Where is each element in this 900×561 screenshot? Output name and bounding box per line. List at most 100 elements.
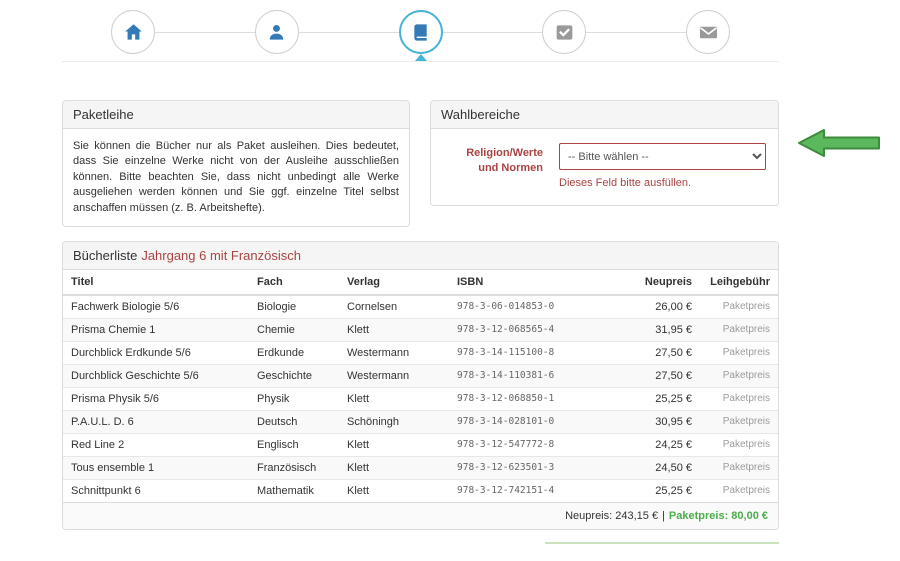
cell-neupreis: 26,00 €	[607, 295, 700, 319]
cell-fach: Geschichte	[249, 364, 339, 387]
validation-message: Dieses Feld bitte ausfüllen.	[559, 177, 766, 189]
cell-leihgebuehr: Paketpreis	[700, 318, 778, 341]
home-icon	[124, 23, 143, 42]
step-mail[interactable]	[686, 10, 730, 54]
neupreis-total: Neupreis: 243,15 €	[565, 510, 658, 522]
cell-leihgebuehr: Paketpreis	[700, 387, 778, 410]
cell-leihgebuehr: Paketpreis	[700, 295, 778, 319]
cell-fach: Physik	[249, 387, 339, 410]
buecherliste-subtitle: Jahrgang 6 mit Französisch	[141, 248, 301, 263]
paketleihe-panel-title: Paketleihe	[63, 101, 409, 129]
cell-neupreis: 24,50 €	[607, 456, 700, 479]
table-body: Fachwerk Biologie 5/6BiologieCornelsen97…	[63, 295, 778, 502]
cell-leihgebuehr: Paketpreis	[700, 479, 778, 502]
cell-leihgebuehr: Paketpreis	[700, 364, 778, 387]
cell-leihgebuehr: Paketpreis	[700, 410, 778, 433]
cell-isbn: 978-3-14-115100-8	[449, 341, 607, 364]
green-arrow-icon	[797, 128, 881, 158]
cell-fach: Chemie	[249, 318, 339, 341]
cell-titel: Red Line 2	[63, 433, 249, 456]
column-header-isbn: ISBN	[449, 270, 607, 295]
column-header-neupreis: Neupreis	[607, 270, 700, 295]
buecherliste-title: Bücherliste	[73, 248, 137, 263]
mail-icon	[699, 23, 718, 42]
cell-verlag: Westermann	[339, 364, 449, 387]
cell-fach: Französisch	[249, 456, 339, 479]
cell-isbn: 978-3-12-547772-8	[449, 433, 607, 456]
cell-titel: P.A.U.L. D. 6	[63, 410, 249, 433]
footer-separator: |	[662, 510, 665, 522]
column-header-leihgebuehr: Leihgebühr	[700, 270, 778, 295]
cell-verlag: Cornelsen	[339, 295, 449, 319]
cell-verlag: Klett	[339, 479, 449, 502]
religion-select[interactable]: -- Bitte wählen --	[559, 143, 766, 170]
wizard-stepper	[62, 0, 779, 62]
cell-titel: Prisma Physik 5/6	[63, 387, 249, 410]
check-icon	[555, 23, 574, 42]
cell-neupreis: 25,25 €	[607, 387, 700, 410]
cell-titel: Durchblick Geschichte 5/6	[63, 364, 249, 387]
column-header-verlag: Verlag	[339, 270, 449, 295]
cell-fach: Englisch	[249, 433, 339, 456]
cell-titel: Durchblick Erdkunde 5/6	[63, 341, 249, 364]
table-row: Schnittpunkt 6MathematikKlett978-3-12-74…	[63, 479, 778, 502]
table-header-row: Titel Fach Verlag ISBN Neupreis Leihgebü…	[63, 270, 778, 295]
religion-field-label: Religion/Werte und Normen	[443, 143, 543, 189]
table-row: Durchblick Geschichte 5/6GeschichteWeste…	[63, 364, 778, 387]
page: Paketleihe Sie können die Bücher nur als…	[62, 0, 779, 544]
cell-titel: Schnittpunkt 6	[63, 479, 249, 502]
step-user[interactable]	[255, 10, 299, 54]
buecherliste-panel: Bücherliste Jahrgang 6 mit Französisch Ti…	[62, 241, 779, 530]
table-row: Durchblick Erdkunde 5/6ErdkundeWesterman…	[63, 341, 778, 364]
cell-verlag: Schöningh	[339, 410, 449, 433]
wahlbereiche-panel: Wahlbereiche Religion/Werte und Normen -…	[430, 100, 779, 206]
cell-isbn: 978-3-12-623501-3	[449, 456, 607, 479]
cell-verlag: Klett	[339, 318, 449, 341]
buecherliste-panel-title: Bücherliste Jahrgang 6 mit Französisch	[63, 242, 778, 270]
cell-verlag: Klett	[339, 433, 449, 456]
cell-neupreis: 25,25 €	[607, 479, 700, 502]
cell-fach: Erdkunde	[249, 341, 339, 364]
cell-isbn: 978-3-12-742151-4	[449, 479, 607, 502]
table-row: Fachwerk Biologie 5/6BiologieCornelsen97…	[63, 295, 778, 319]
cell-fach: Deutsch	[249, 410, 339, 433]
wahlbereiche-panel-title: Wahlbereiche	[431, 101, 778, 129]
cell-fach: Mathematik	[249, 479, 339, 502]
cell-leihgebuehr: Paketpreis	[700, 341, 778, 364]
section-divider	[545, 542, 779, 544]
cell-isbn: 978-3-12-068565-4	[449, 318, 607, 341]
cell-verlag: Klett	[339, 456, 449, 479]
column-header-titel: Titel	[63, 270, 249, 295]
table-footer: Neupreis: 243,15 € | Paketpreis: 80,00 €	[63, 502, 778, 529]
paketleihe-panel: Paketleihe Sie können die Bücher nur als…	[62, 100, 410, 227]
step-confirm[interactable]	[542, 10, 586, 54]
book-icon	[411, 23, 430, 42]
paketleihe-text: Sie können die Bücher nur als Paket ausl…	[73, 139, 399, 216]
cell-neupreis: 24,25 €	[607, 433, 700, 456]
cell-neupreis: 27,50 €	[607, 341, 700, 364]
cell-isbn: 978-3-14-028101-0	[449, 410, 607, 433]
step-home[interactable]	[111, 10, 155, 54]
cell-titel: Tous ensemble 1	[63, 456, 249, 479]
cell-isbn: 978-3-06-014853-0	[449, 295, 607, 319]
cell-isbn: 978-3-12-068850-1	[449, 387, 607, 410]
table-row: Prisma Chemie 1ChemieKlett978-3-12-06856…	[63, 318, 778, 341]
active-step-caret	[415, 54, 427, 61]
column-header-fach: Fach	[249, 270, 339, 295]
cell-titel: Fachwerk Biologie 5/6	[63, 295, 249, 319]
cell-titel: Prisma Chemie 1	[63, 318, 249, 341]
books-table: Titel Fach Verlag ISBN Neupreis Leihgebü…	[63, 270, 778, 502]
user-icon	[267, 23, 286, 42]
cell-leihgebuehr: Paketpreis	[700, 456, 778, 479]
cell-verlag: Westermann	[339, 341, 449, 364]
cell-neupreis: 30,95 €	[607, 410, 700, 433]
table-row: Red Line 2EnglischKlett978-3-12-547772-8…	[63, 433, 778, 456]
cell-isbn: 978-3-14-110381-6	[449, 364, 607, 387]
paketpreis-total: Paketpreis: 80,00 €	[669, 510, 768, 522]
step-books[interactable]	[399, 10, 443, 54]
cell-verlag: Klett	[339, 387, 449, 410]
cell-neupreis: 31,95 €	[607, 318, 700, 341]
table-row: Prisma Physik 5/6PhysikKlett978-3-12-068…	[63, 387, 778, 410]
table-row: P.A.U.L. D. 6DeutschSchöningh978-3-14-02…	[63, 410, 778, 433]
table-row: Tous ensemble 1FranzösischKlett978-3-12-…	[63, 456, 778, 479]
